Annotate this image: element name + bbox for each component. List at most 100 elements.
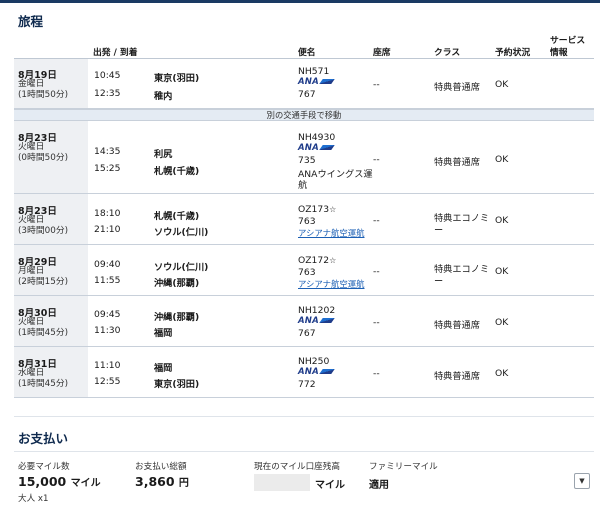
arr-place: 沖縄(那覇) <box>154 278 200 289</box>
segment-weekday: 火曜日 <box>18 215 45 225</box>
flight-number: OZ172☆ <box>298 255 336 266</box>
arr-place: 稚内 <box>154 91 173 102</box>
passenger-note: 大人 x1 <box>18 494 49 504</box>
segment-weekday: 金曜日 <box>18 79 45 89</box>
aircraft-type: 767 <box>298 89 316 100</box>
segment-row: 8月31日 水曜日 (1時間45分) 11:10 福岡 12:55 東京(羽田)… <box>14 347 594 398</box>
header-service-2: 情報 <box>550 48 568 58</box>
class-value-cont: ー <box>434 225 444 236</box>
arr-time: 11:30 <box>94 325 121 336</box>
partner-star-icon: ☆ <box>329 256 337 265</box>
family-mile-value: 適用 <box>369 480 389 491</box>
status-value: OK <box>495 317 509 328</box>
partner-airline-link[interactable]: アシアナ航空運航 <box>298 227 365 239</box>
required-miles-number: 15,000 <box>18 474 67 489</box>
dep-place: 東京(羽田) <box>154 73 200 84</box>
flight-number: OZ173☆ <box>298 204 336 215</box>
dep-time: 09:45 <box>94 309 121 320</box>
aircraft-type: 763 <box>298 216 316 227</box>
operator-name-cont: 航 <box>298 180 308 191</box>
required-miles-label: 必要マイル数 <box>18 462 70 472</box>
balance-unit: マイル <box>315 480 345 491</box>
balance-label: 現在のマイル口座残高 <box>254 462 340 472</box>
status-value: OK <box>495 154 509 165</box>
segment-row: 8月30日 火曜日 (1時間45分) 09:45 沖縄(那覇) 11:30 福岡… <box>14 296 594 347</box>
seat-value: -- <box>373 154 380 165</box>
ana-logo-text: ANA <box>298 143 319 153</box>
arr-time: 21:10 <box>94 224 121 235</box>
date-cell: 8月29日 月曜日 (2時間15分) <box>14 245 88 295</box>
aircraft-type: 767 <box>298 328 316 339</box>
flight-number: NH250 <box>298 356 330 367</box>
chevron-down-icon: ▼ <box>579 477 585 485</box>
partner-airline-link[interactable]: アシアナ航空運航 <box>298 278 365 290</box>
segment-duration: (3時間00分) <box>18 226 69 236</box>
required-miles-value: 15,000 マイル <box>18 474 101 489</box>
ana-logo-text: ANA <box>298 316 319 326</box>
class-value-cont: ー <box>434 276 444 287</box>
segment-weekday: 火曜日 <box>18 142 45 152</box>
arr-place: 福岡 <box>154 328 173 339</box>
flight-number-text: OZ173 <box>298 204 330 215</box>
flight-number-text: OZ172 <box>298 255 330 266</box>
ana-logo-icon: ANA <box>298 77 335 87</box>
aircraft-type: 735 <box>298 155 316 166</box>
header-status: 予約状況 <box>495 48 531 58</box>
segment-row: 8月19日 金曜日 (1時間50分) 10:45 東京(羽田) 12:35 稚内… <box>14 59 594 109</box>
total-value: 3,860 円 <box>135 474 189 489</box>
payment-divider-top <box>14 416 594 417</box>
itinerary-title: 旅程 <box>18 14 44 29</box>
aircraft-type: 763 <box>298 267 316 278</box>
ana-logo-icon: ANA <box>298 316 335 326</box>
dep-place: ソウル(仁川) <box>154 262 209 273</box>
seat-value: -- <box>373 266 380 277</box>
segment-row: 8月23日 火曜日 (0時間50分) 14:35 利尻 15:25 札幌(千歳)… <box>14 121 594 194</box>
partner-star-icon: ☆ <box>329 205 337 214</box>
aircraft-type: 772 <box>298 379 316 390</box>
payment-dropdown-button[interactable]: ▼ <box>574 473 590 489</box>
segment-weekday: 火曜日 <box>18 317 45 327</box>
dep-time: 10:45 <box>94 70 121 81</box>
class-value: 特典普通席 <box>434 157 480 168</box>
status-value: OK <box>495 266 509 277</box>
dep-time: 09:40 <box>94 259 121 270</box>
flight-number: NH571 <box>298 66 330 77</box>
seat-value: -- <box>373 368 380 379</box>
flight-number: NH1202 <box>298 305 336 316</box>
total-number: 3,860 <box>135 474 175 489</box>
class-value: 特典普通席 <box>434 320 480 331</box>
dep-place: 福岡 <box>154 363 173 374</box>
date-cell: 8月23日 火曜日 (3時間00分) <box>14 194 88 244</box>
seat-value: -- <box>373 215 380 226</box>
status-value: OK <box>495 79 509 90</box>
arr-place: 東京(羽田) <box>154 379 200 390</box>
arr-place: ソウル(仁川) <box>154 227 209 238</box>
ana-logo-text: ANA <box>298 367 319 377</box>
class-value: 特典普通席 <box>434 371 480 382</box>
operator-name: ANAウイングス運 <box>298 169 373 180</box>
balance-masked-value <box>254 474 310 491</box>
header-flight: 便名 <box>298 48 316 58</box>
header-class: クラス <box>434 48 461 58</box>
date-cell: 8月30日 火曜日 (1時間45分) <box>14 296 88 346</box>
segment-duration: (2時間15分) <box>18 277 69 287</box>
dep-time: 18:10 <box>94 208 121 219</box>
status-value: OK <box>495 215 509 226</box>
arr-time: 12:55 <box>94 376 121 387</box>
header-depart-arrive: 出発 / 到着 <box>93 48 138 58</box>
ana-logo-icon: ANA <box>298 367 335 377</box>
date-cell: 8月19日 金曜日 (1時間50分) <box>14 59 88 108</box>
segment-weekday: 月曜日 <box>18 266 45 276</box>
segment-row: 8月29日 月曜日 (2時間15分) 09:40 ソウル(仁川) 11:55 沖… <box>14 245 594 296</box>
header-seat: 座席 <box>373 48 391 58</box>
required-miles-unit: マイル <box>70 478 101 489</box>
arr-time: 12:35 <box>94 88 121 99</box>
segment-row: 8月23日 火曜日 (3時間00分) 18:10 札幌(千歳) 21:10 ソウ… <box>14 194 594 245</box>
dep-time: 14:35 <box>94 146 121 157</box>
seat-value: -- <box>373 317 380 328</box>
segment-weekday: 水曜日 <box>18 368 45 378</box>
segment-duration: (1時間50分) <box>18 90 69 100</box>
dep-place: 利尻 <box>154 149 173 160</box>
class-value: 特典普通席 <box>434 82 480 93</box>
ana-logo-text: ANA <box>298 77 319 87</box>
